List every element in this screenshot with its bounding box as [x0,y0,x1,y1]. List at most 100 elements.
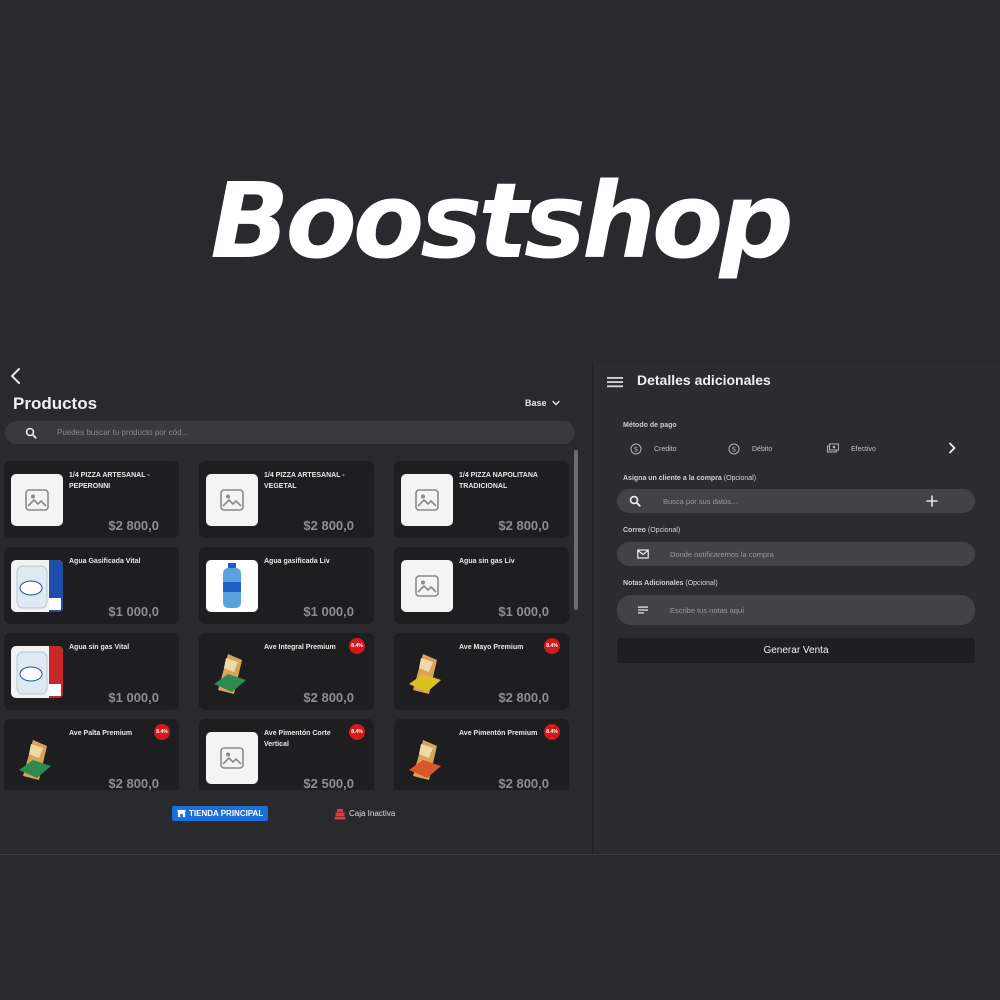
product-card[interactable]: Ave Integral Premium $2 800,0 8.4% [199,633,374,710]
product-price: $2 800,0 [498,518,549,533]
product-card[interactable]: Ave Mayo Premium $2 800,0 8.4% [394,633,569,710]
discount-badge: 8.4% [154,724,170,740]
product-grid-scrollbar[interactable] [574,450,578,610]
image-placeholder-icon [25,489,49,511]
product-price: $2 800,0 [498,690,549,705]
product-price: $1 000,0 [498,604,549,619]
email-input[interactable] [670,549,975,559]
payment-method-label: Método de pago [623,422,677,429]
product-price: $1 000,0 [108,690,159,705]
product-card[interactable]: Agua sin gas Liv $1 000,0 [394,547,569,624]
chevron-left-icon [11,368,20,384]
product-price: $2 800,0 [303,690,354,705]
mail-icon [637,549,649,559]
product-name: Ave Mayo Premium [459,644,524,651]
customer-optional-text: (Opcional) [723,475,757,482]
product-thumbnail [11,646,63,698]
payment-option-cash[interactable]: Efectivo [827,443,876,455]
sandwich-package-icon [409,740,441,780]
customer-label: Asigna un cliente a la compra (Opcional) [623,475,756,482]
product-name: Ave Pimentón Corte Vertical [264,730,331,748]
image-placeholder-icon [220,489,244,511]
notes-field [617,595,975,625]
footer-divider [0,854,1000,855]
product-card[interactable]: Ave Pimentón Premium $2 800,0 8.4% [394,719,569,790]
notes-optional-text: (Opcional) [685,580,718,587]
search-icon [629,495,641,507]
product-price: $1 000,0 [303,604,354,619]
product-card[interactable]: 1/4 PIZZA ARTESANAL - VEGETAL $2 800,0 [199,461,374,538]
product-card[interactable]: Agua gasificada Liv $1 000,0 [199,547,374,624]
payment-option-credit-label: Credito [654,445,677,453]
products-title: Productos [13,394,98,413]
product-card[interactable]: Ave Pimentón Corte Vertical $2 500,0 8.4% [199,719,374,790]
product-card[interactable]: 1/4 PIZZA ARTESANAL - PEPERONNI $2 800,0 [4,461,179,538]
notes-label-text: Notas Adicionales [623,580,684,587]
notes-input[interactable] [670,605,975,615]
product-price: $2 800,0 [108,776,159,790]
dollar-circle-icon: $ [728,443,740,455]
back-button[interactable] [6,364,26,388]
product-thumbnail [11,474,63,526]
water-bottle-icon [206,560,258,612]
product-thumbnail [401,732,453,784]
product-search-input[interactable] [57,428,575,437]
product-name: 1/4 PIZZA ARTESANAL - PEPERONNI [69,472,150,490]
add-customer-button[interactable] [925,494,939,508]
product-price: $2 800,0 [498,776,549,790]
chevron-right-icon[interactable] [946,441,958,455]
svg-text:$: $ [634,446,638,454]
product-price: $1 000,0 [108,604,159,619]
image-placeholder-icon [415,489,439,511]
product-card[interactable]: Agua sin gas Vital $1 000,0 [4,633,179,710]
email-label-text: Correo [623,527,646,534]
product-name: Ave Pimentón Premium [459,730,538,737]
customer-search-input[interactable] [663,496,925,506]
svg-text:$: $ [732,446,736,454]
product-thumbnail [206,560,258,612]
brand-logo: Boostshop [210,160,794,282]
water-bottle-icon [11,560,63,612]
sandwich-package-icon [19,740,51,780]
store-label: TIENDA PRINCIPAL [189,809,264,818]
product-thumbnail [401,560,453,612]
notes-label: Notas Adicionales (Opcional) [623,580,718,587]
payment-option-debit[interactable]: $ Débito [728,443,772,455]
product-thumbnail [401,646,453,698]
product-grid: 1/4 PIZZA ARTESANAL - PEPERONNI $2 800,0 1… [4,461,570,790]
generate-sale-button[interactable]: Generar Venta [617,638,975,663]
email-label: Correo (Opcional) [623,527,680,534]
store-selector[interactable]: TIENDA PRINCIPAL [172,806,269,821]
discount-badge: 8.4% [349,638,365,654]
chevron-down-icon [551,400,560,406]
image-placeholder-icon [415,575,439,597]
discount-badge: 8.4% [544,638,560,654]
payment-option-credit[interactable]: $ Credito [630,443,677,455]
product-price: $2 800,0 [108,518,159,533]
notes-icon [638,606,648,614]
product-name: Agua Gasificada Vital [69,558,141,565]
panel-divider [592,362,593,854]
product-price: $2 800,0 [303,518,354,533]
sandwich-package-icon [214,654,246,694]
product-card[interactable]: Agua Gasificada Vital $1 000,0 [4,547,179,624]
sandwich-package-icon [409,654,441,694]
product-card[interactable]: 1/4 PIZZA NAPOLITANA TRADICIONAL $2 800,0 [394,461,569,538]
email-field [617,542,975,566]
product-card[interactable]: Ave Palta Premium $2 800,0 8.4% [4,719,179,790]
payment-option-cash-label: Efectivo [851,445,876,453]
details-title: Detalles adicionales [637,372,771,388]
product-thumbnail [206,474,258,526]
discount-badge: 8.4% [544,724,560,740]
hamburger-menu-icon[interactable] [607,375,623,389]
email-optional-text: (Opcional) [647,527,681,534]
cash-register-status[interactable]: Caja Inactiva [334,806,395,821]
price-list-select[interactable]: Base [525,398,561,408]
product-search-bar [5,421,575,444]
customer-label-text: Asigna un cliente a la compra [623,475,722,482]
image-placeholder-icon [220,747,244,769]
product-price: $2 500,0 [303,776,354,790]
product-name: Agua sin gas Liv [459,558,515,565]
dollar-circle-icon: $ [630,443,642,455]
cash-icon [827,443,839,453]
